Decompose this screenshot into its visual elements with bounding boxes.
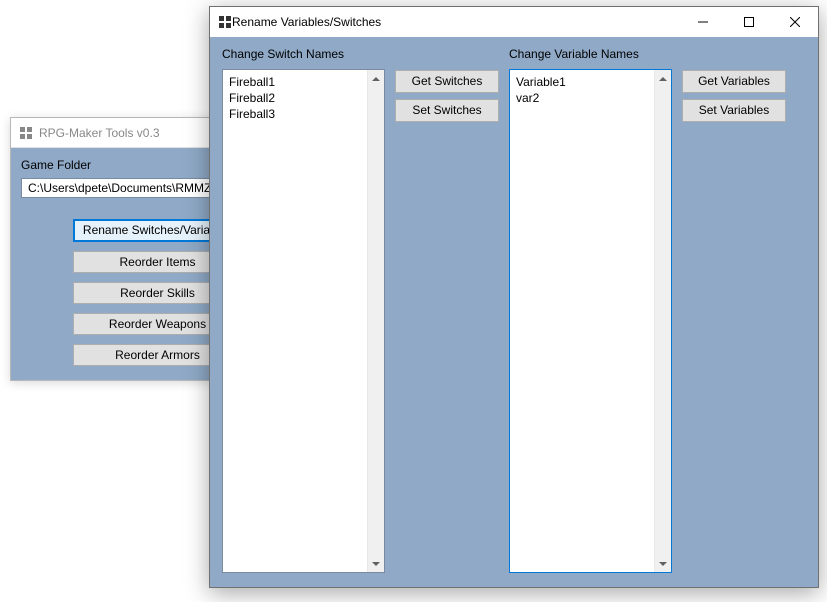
- rename-window: Rename Variables/Switches Change Switch …: [209, 6, 819, 588]
- get-switches-button[interactable]: Get Switches: [395, 70, 499, 93]
- rename-title: Rename Variables/Switches: [232, 15, 381, 29]
- app-icon: [19, 126, 33, 140]
- set-variables-button[interactable]: Set Variables: [682, 99, 786, 122]
- variable-column: Change Variable Names: [509, 47, 672, 573]
- variable-textarea[interactable]: [510, 70, 654, 572]
- maximize-button[interactable]: [726, 7, 772, 37]
- get-variables-button[interactable]: Get Variables: [682, 70, 786, 93]
- rename-titlebar[interactable]: Rename Variables/Switches: [210, 7, 818, 37]
- scroll-down-icon[interactable]: [368, 555, 384, 572]
- app-icon: [218, 15, 232, 29]
- switch-textarea[interactable]: [223, 70, 367, 572]
- set-switches-button[interactable]: Set Switches: [395, 99, 499, 122]
- window-controls: [680, 7, 818, 37]
- switch-column: Change Switch Names: [222, 47, 385, 573]
- switch-scrollbar[interactable]: [367, 70, 384, 572]
- variable-buttons: Get Variables Set Variables: [682, 47, 786, 573]
- switch-list: [222, 69, 385, 573]
- minimize-button[interactable]: [680, 7, 726, 37]
- switch-label: Change Switch Names: [222, 47, 385, 61]
- rename-body: Change Switch Names Get Switches Set Swi…: [210, 37, 818, 587]
- scroll-down-icon[interactable]: [655, 555, 671, 572]
- variable-list: [509, 69, 672, 573]
- variable-label: Change Variable Names: [509, 47, 672, 61]
- scroll-track[interactable]: [368, 87, 384, 555]
- tools-title: RPG-Maker Tools v0.3: [39, 126, 160, 140]
- close-button[interactable]: [772, 7, 818, 37]
- switch-buttons: Get Switches Set Switches: [395, 47, 499, 573]
- variable-scrollbar[interactable]: [654, 70, 671, 572]
- scroll-up-icon[interactable]: [655, 70, 671, 87]
- scroll-up-icon[interactable]: [368, 70, 384, 87]
- scroll-track[interactable]: [655, 87, 671, 555]
